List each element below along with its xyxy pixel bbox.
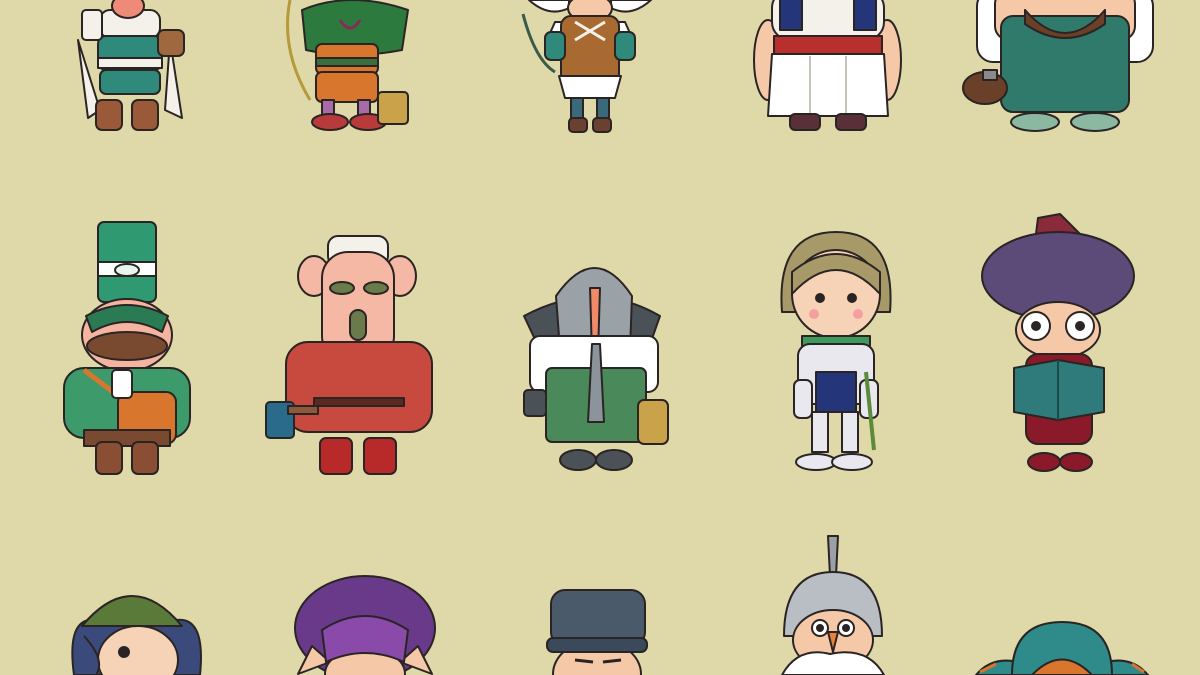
girl-green-beanie-icon xyxy=(66,576,206,675)
winged-helmet-girl-icon xyxy=(515,0,665,140)
grey-hooded-old-woman-icon xyxy=(520,250,675,475)
archer-green-cloak-icon xyxy=(280,0,420,140)
mustached-postman-icon xyxy=(62,220,192,480)
young-knight-armor-icon xyxy=(776,231,896,477)
bearded-worker-overalls-icon xyxy=(955,0,1155,140)
purple-curly-hair-icon xyxy=(290,575,440,675)
soldier-spiked-helmet-icon xyxy=(778,535,888,675)
character-sheet xyxy=(0,0,1200,675)
large-villager-apron-icon xyxy=(750,0,905,140)
woodcutter-red-tunic-icon xyxy=(264,232,439,477)
teal-horned-hat-icon xyxy=(972,621,1152,675)
traveler-with-scroll-icon xyxy=(70,0,190,140)
man-grey-flat-cap-icon xyxy=(545,588,650,675)
scholar-turban-book-icon xyxy=(980,213,1138,476)
